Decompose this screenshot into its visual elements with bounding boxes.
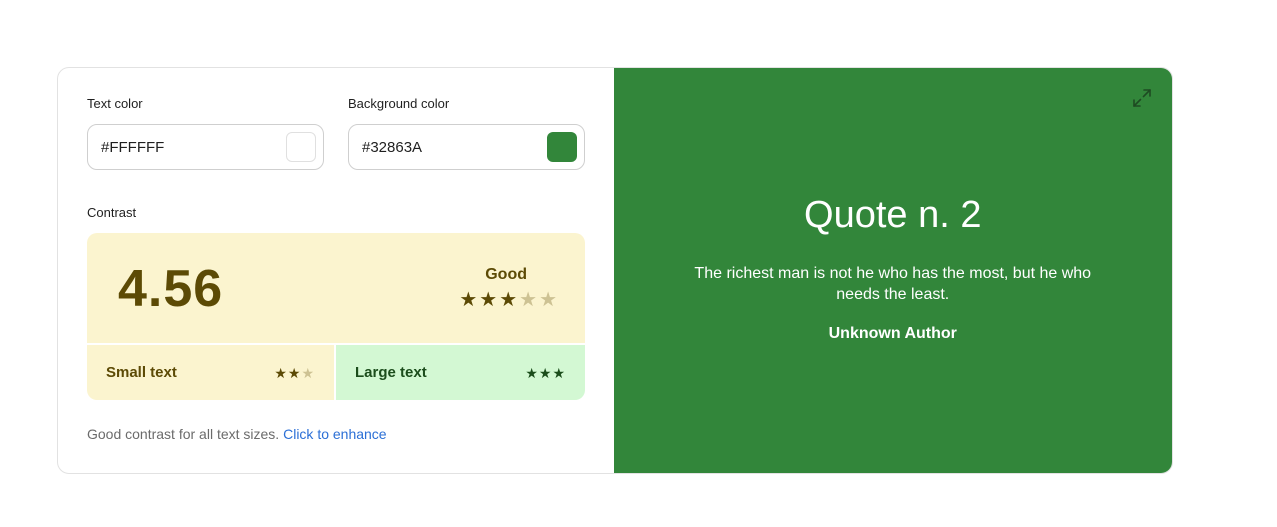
settings-panel: Text color #FFFFFF Background color #328…: [58, 68, 614, 473]
small-text-label: Small text: [106, 364, 177, 381]
star-icon: ★: [499, 289, 518, 311]
background-color-value[interactable]: #32863A: [362, 139, 422, 156]
star-icon: ★: [479, 289, 498, 311]
large-text-rating: Large text ★ ★ ★: [336, 345, 585, 400]
contrast-summary: 4.56 Good ★ ★ ★ ★ ★: [87, 233, 585, 343]
star-icon: ★: [539, 289, 557, 311]
star-icon: ★: [538, 365, 552, 381]
star-icon: ★: [287, 365, 301, 381]
text-color-swatch[interactable]: [286, 132, 316, 162]
background-color-swatch[interactable]: [547, 132, 577, 162]
expand-icon[interactable]: [1132, 88, 1152, 108]
contrast-rating: Good: [485, 266, 527, 283]
quote-title: Quote n. 2: [804, 194, 982, 236]
star-icon: ★: [552, 365, 565, 381]
quote-author: Unknown Author: [828, 325, 957, 342]
contrast-result: 4.56 Good ★ ★ ★ ★ ★ Small text ★ ★ ★ Large tex…: [87, 233, 585, 400]
large-text-stars: ★ ★ ★: [525, 366, 565, 380]
preview-panel: Quote n. 2 The richest man is not he who…: [613, 68, 1172, 473]
contrast-checker-card: Text color #FFFFFF Background color #328…: [57, 67, 1173, 474]
star-icon: ★: [459, 289, 478, 311]
contrast-label: Contrast: [87, 205, 137, 220]
contrast-ratio: 4.56: [118, 260, 224, 318]
enhance-link[interactable]: Click to enhance: [283, 426, 387, 442]
small-text-stars: ★ ★ ★: [274, 366, 314, 380]
star-icon: ★: [525, 365, 538, 381]
small-text-rating: Small text ★ ★ ★: [87, 345, 334, 400]
text-color-input[interactable]: #FFFFFF: [87, 124, 324, 170]
background-color-label: Background color: [348, 96, 450, 111]
large-text-label: Large text: [355, 364, 427, 381]
footer-message: Good contrast for all text sizes.: [87, 426, 280, 442]
text-color-label: Text color: [87, 96, 143, 111]
star-icon: ★: [274, 365, 287, 381]
quote-text: The richest man is not he who has the mo…: [694, 265, 1092, 303]
text-color-value[interactable]: #FFFFFF: [101, 139, 164, 156]
background-color-input[interactable]: #32863A: [348, 124, 585, 170]
star-icon: ★: [519, 289, 538, 311]
star-icon: ★: [301, 365, 314, 381]
contrast-footer: Good contrast for all text sizes. Click …: [87, 426, 387, 442]
contrast-stars: ★ ★ ★ ★ ★: [459, 290, 557, 310]
